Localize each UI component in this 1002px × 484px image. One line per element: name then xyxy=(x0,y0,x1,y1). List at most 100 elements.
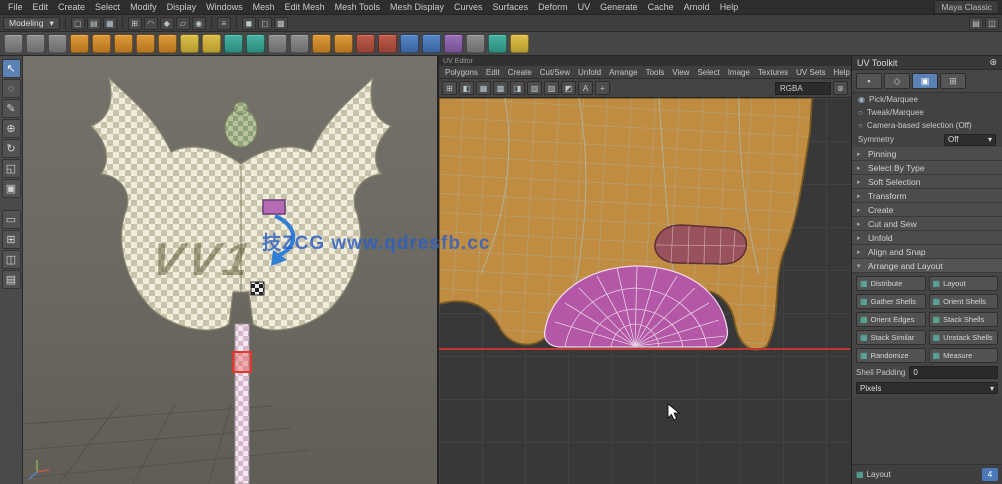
axe-knob[interactable] xyxy=(224,108,258,148)
section-align-and-snap[interactable]: ▸ Align and Snap xyxy=(852,245,1002,259)
uv-menu-select[interactable]: Select xyxy=(693,68,723,77)
uv-texture-display-icon[interactable]: ▩ xyxy=(493,81,508,95)
make-live-icon[interactable]: ◉ xyxy=(191,16,206,30)
render-settings-icon[interactable]: ▩ xyxy=(273,16,288,30)
uv-pixel-snap-icon[interactable]: + xyxy=(595,81,610,95)
menu-edit-mesh[interactable]: Edit Mesh xyxy=(280,2,330,12)
menu-mesh[interactable]: Mesh xyxy=(248,2,280,12)
select-tool-icon[interactable]: ↖ xyxy=(1,59,21,78)
uv-menu-textures[interactable]: Textures xyxy=(754,68,792,77)
shelf-icon-arc[interactable] xyxy=(48,34,67,53)
menu-cache[interactable]: Cache xyxy=(643,2,679,12)
uv-options-gear-icon[interactable]: ⊛ xyxy=(833,81,848,95)
section-pinning[interactable]: ▸ Pinning xyxy=(852,147,1002,161)
shelf-icon-plane[interactable] xyxy=(224,34,243,53)
snap-point-icon[interactable]: ◆ xyxy=(159,16,174,30)
shelf-icon-boolean-intersection[interactable] xyxy=(510,34,529,53)
shelf-icon-boolean-union[interactable] xyxy=(466,34,485,53)
section-unfold[interactable]: ▸ Unfold xyxy=(852,231,1002,245)
shelf-icon-disc[interactable] xyxy=(246,34,265,53)
menu-generate[interactable]: Generate xyxy=(595,2,643,12)
ipr-render-icon[interactable]: ◻ xyxy=(257,16,272,30)
selection-box[interactable] xyxy=(232,351,252,373)
shelf-icon-pencil-curve[interactable] xyxy=(26,34,45,53)
uv-shaded-display-icon[interactable]: ◨ xyxy=(510,81,525,95)
uv-checker-icon[interactable]: ▨ xyxy=(544,81,559,95)
shelf-icon-cube[interactable] xyxy=(136,34,155,53)
shelf-icon-square[interactable] xyxy=(92,34,111,53)
uv-menu-polygons[interactable]: Polygons xyxy=(441,68,482,77)
stack-shells-button[interactable]: ▦ Stack Shells xyxy=(928,312,998,327)
unstack-shells-button[interactable]: ▦ Unstack Shells xyxy=(928,330,998,345)
camera-based-selection-toggle[interactable]: ○ Camera-based selection (Off) xyxy=(852,119,1002,132)
section-create[interactable]: ▸ Create xyxy=(852,203,1002,217)
menu-uv[interactable]: UV xyxy=(573,2,596,12)
shelf-icon-platonic[interactable] xyxy=(268,34,287,53)
save-scene-icon[interactable]: ▦ xyxy=(102,16,117,30)
uv-menu-unfold[interactable]: Unfold xyxy=(574,68,605,77)
gather-shells-button[interactable]: ▦ Gather Shells xyxy=(856,294,926,309)
distribute-button[interactable]: ▦ Distribute xyxy=(856,276,926,291)
open-scene-icon[interactable]: ▤ xyxy=(86,16,101,30)
tweak-marquee-radio[interactable]: ○ Tweak/Marquee xyxy=(852,106,1002,119)
new-scene-icon[interactable]: ▢ xyxy=(70,16,85,30)
vertex-mode-button[interactable]: ▪ xyxy=(856,73,882,89)
uv-image-display-icon[interactable]: ▦ xyxy=(476,81,491,95)
shelf-icon-soccer[interactable] xyxy=(378,34,397,53)
shelf-icon-harmonics[interactable] xyxy=(422,34,441,53)
snap-curve-icon[interactable]: ◠ xyxy=(143,16,158,30)
uv-alpha-channel-icon[interactable]: A xyxy=(578,81,593,95)
stack-similar-button[interactable]: ▦ Stack Similar xyxy=(856,330,926,345)
uv-menu-uv-sets[interactable]: UV Sets xyxy=(792,68,829,77)
menu-help[interactable]: Help xyxy=(715,2,744,12)
menu-modify[interactable]: Modify xyxy=(125,2,162,12)
menu-edit[interactable]: Edit xyxy=(28,2,54,12)
symmetry-select[interactable]: Off ▾ xyxy=(944,133,996,146)
shelf-icon-helix[interactable] xyxy=(334,34,353,53)
uv-distortion-icon[interactable]: ▧ xyxy=(527,81,542,95)
measure-button[interactable]: ▦ Measure xyxy=(928,348,998,363)
uv-editor-titlebar[interactable]: UV Editor xyxy=(439,56,851,66)
section-soft-selection[interactable]: ▸ Soft Selection xyxy=(852,175,1002,189)
section-cut-and-sew[interactable]: ▸ Cut and Sew xyxy=(852,217,1002,231)
last-tool-icon[interactable]: ▣ xyxy=(1,179,21,198)
uv-menu-tools[interactable]: Tools xyxy=(642,68,669,77)
menu-curves[interactable]: Curves xyxy=(449,2,488,12)
uv-menu-create[interactable]: Create xyxy=(504,68,536,77)
sidebar-toggle-icon[interactable]: ▤ xyxy=(969,16,983,30)
uv-menu-view[interactable]: View xyxy=(668,68,693,77)
uv-isolate-icon[interactable]: ◧ xyxy=(459,81,474,95)
pick-marquee-radio[interactable]: ◉ Pick/Marquee xyxy=(852,93,1002,106)
lasso-tool-icon[interactable]: ◌ xyxy=(1,79,21,98)
menu-windows[interactable]: Windows xyxy=(201,2,248,12)
gear-icon[interactable]: ⊛ xyxy=(989,57,997,68)
uv-grid-toggle-icon[interactable]: ⊞ xyxy=(442,81,457,95)
scale-tool-icon[interactable]: ◱ xyxy=(1,159,21,178)
shell-padding-input[interactable] xyxy=(909,366,998,379)
menu-set-select[interactable]: Modeling ▾ xyxy=(3,16,60,30)
move-tool-icon[interactable]: ⊕ xyxy=(1,119,21,138)
edge-mode-button[interactable]: ◇ xyxy=(884,73,910,89)
menu-surfaces[interactable]: Surfaces xyxy=(488,2,534,12)
randomize-button[interactable]: ▦ Randomize xyxy=(856,348,926,363)
face-mode-button[interactable]: ▣ xyxy=(912,73,938,89)
shelf-icon-ep-curve[interactable] xyxy=(4,34,23,53)
section-transform[interactable]: ▸ Transform xyxy=(852,189,1002,203)
uv-menu-arrange[interactable]: Arrange xyxy=(605,68,641,77)
shelf-icon-circle[interactable] xyxy=(70,34,89,53)
uv-menu-cut-sew[interactable]: Cut/Sew xyxy=(536,68,574,77)
uv-channel-field[interactable]: RGBA xyxy=(775,81,831,95)
channel-box-icon[interactable]: ◫ xyxy=(985,16,999,30)
snap-plane-icon[interactable]: ▱ xyxy=(175,16,190,30)
shelf-icon-cylinder[interactable] xyxy=(158,34,177,53)
shelf-icon-cone[interactable] xyxy=(180,34,199,53)
layout-single-pane-icon[interactable]: ▭ xyxy=(1,210,21,229)
shelf-icon-boolean-difference[interactable] xyxy=(488,34,507,53)
layout-split-pane-icon[interactable]: ◫ xyxy=(1,250,21,269)
axe-handle[interactable] xyxy=(234,323,250,484)
workspace-select[interactable]: Maya Classic xyxy=(934,0,999,14)
uv-toolkit-header[interactable]: UV Toolkit ⊛ xyxy=(852,56,1002,70)
orient-edges-button[interactable]: ▦ Orient Edges xyxy=(856,312,926,327)
uv-menu-edit[interactable]: Edit xyxy=(482,68,504,77)
menu-mesh-tools[interactable]: Mesh Tools xyxy=(330,2,385,12)
